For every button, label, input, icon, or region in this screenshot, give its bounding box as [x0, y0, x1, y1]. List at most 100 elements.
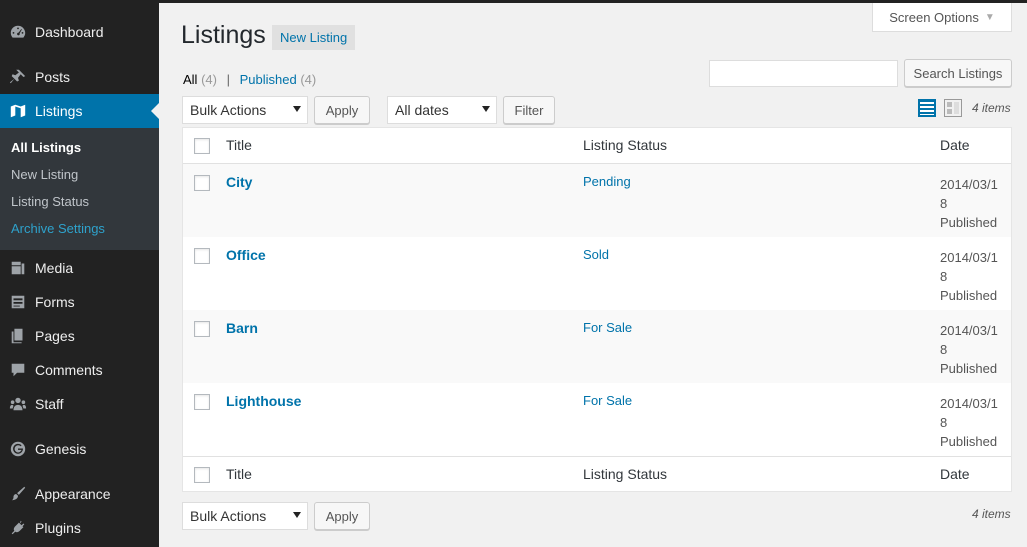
submenu-new-listing[interactable]: New Listing [11, 167, 78, 182]
dates-select[interactable]: All dates [387, 96, 497, 124]
listings-submenu: All Listings New Listing Listing Status … [0, 128, 159, 250]
map-icon [8, 101, 28, 121]
submenu-listing-status[interactable]: Listing Status [11, 194, 89, 209]
menu-label: Listings [35, 103, 83, 119]
dates-value: All dates [395, 102, 449, 118]
separator: | [226, 72, 230, 87]
column-date-footer[interactable]: Date [940, 466, 970, 482]
menu-plugins[interactable]: Plugins [0, 511, 159, 545]
row-date-state: Published [940, 288, 998, 303]
menu-label: Forms [35, 294, 75, 310]
menu-dashboard[interactable]: Dashboard [0, 15, 159, 49]
bulk-actions-value: Bulk Actions [190, 102, 267, 118]
row-date: 2014/03/18 Published [940, 321, 1004, 378]
column-date[interactable]: Date [940, 137, 970, 153]
row-checkbox[interactable] [194, 394, 210, 410]
row-date-value: 2014/03/18 [940, 396, 998, 430]
forms-icon [8, 292, 28, 312]
menu-label: Plugins [35, 520, 81, 536]
table-row: Lighthouse For Sale 2014/03/18 Published [183, 383, 1011, 456]
menu-label: Comments [35, 362, 103, 378]
new-listing-button[interactable]: New Listing [272, 25, 356, 50]
menu-pages[interactable]: Pages [0, 319, 159, 353]
bulk-actions-select[interactable]: Bulk Actions [182, 96, 308, 124]
caret-down-icon [293, 106, 301, 112]
menu-label: Pages [35, 328, 75, 344]
excerpt-view-icon[interactable] [944, 99, 962, 117]
row-date-value: 2014/03/18 [940, 177, 998, 211]
row-title-link[interactable]: Lighthouse [226, 393, 301, 409]
caret-down-icon [482, 106, 490, 112]
submenu-archive-settings[interactable]: Archive Settings [11, 221, 105, 236]
column-title[interactable]: Title [226, 137, 252, 153]
listings-table: Title Listing Status Date City Pending 2… [182, 127, 1012, 492]
row-title-link[interactable]: City [226, 174, 252, 190]
row-checkbox[interactable] [194, 248, 210, 264]
pages-icon [8, 326, 28, 346]
menu-forms[interactable]: Forms [0, 285, 159, 319]
status-views: All (4) | Published (4) [183, 72, 316, 87]
media-icon [8, 258, 28, 278]
table-row: Barn For Sale 2014/03/18 Published [183, 310, 1011, 383]
row-title-link[interactable]: Barn [226, 320, 258, 336]
row-date-state: Published [940, 434, 998, 449]
view-all-link[interactable]: All [183, 72, 197, 87]
menu-posts[interactable]: Posts [0, 60, 159, 94]
admin-sidebar: Dashboard Posts Listings All Listings Ne… [0, 0, 159, 547]
column-listing-status: Listing Status [583, 137, 668, 153]
search-input[interactable] [709, 60, 898, 87]
pin-icon [8, 67, 28, 87]
row-date-value: 2014/03/18 [940, 323, 998, 357]
bulk-actions-select-bottom[interactable]: Bulk Actions [182, 502, 308, 530]
bulk-actions-value: Bulk Actions [190, 508, 267, 524]
caret-down-icon: ▼ [984, 11, 995, 23]
row-status-link[interactable]: Pending [583, 174, 631, 189]
menu-label: Appearance [35, 486, 111, 502]
all-count: (4) [201, 72, 217, 87]
plug-icon [8, 518, 28, 538]
staff-icon [8, 394, 28, 414]
apply-button-bottom[interactable]: Apply [314, 502, 370, 530]
screen-options-label: Screen Options [889, 9, 979, 25]
table-row: City Pending 2014/03/18 Published [183, 164, 1011, 237]
view-published-link[interactable]: Published [240, 72, 297, 87]
menu-appearance[interactable]: Appearance [0, 477, 159, 511]
column-title-footer[interactable]: Title [226, 466, 252, 482]
menu-comments[interactable]: Comments [0, 353, 159, 387]
row-date: 2014/03/18 Published [940, 394, 1004, 451]
menu-listings[interactable]: Listings [0, 94, 159, 128]
table-row: Office Sold 2014/03/18 Published [183, 237, 1011, 310]
row-checkbox[interactable] [194, 175, 210, 191]
apply-button[interactable]: Apply [314, 96, 370, 124]
row-status-link[interactable]: For Sale [583, 320, 632, 335]
items-count: 4 items [972, 101, 1011, 115]
menu-label: Staff [35, 396, 64, 412]
genesis-icon [8, 439, 28, 459]
row-title-link[interactable]: Office [226, 247, 266, 263]
row-date-value: 2014/03/18 [940, 250, 998, 284]
submenu-all-listings[interactable]: All Listings [11, 140, 81, 155]
filter-button[interactable]: Filter [503, 96, 555, 124]
row-status-link[interactable]: Sold [583, 247, 609, 262]
menu-label: Posts [35, 69, 71, 85]
row-status-link[interactable]: For Sale [583, 393, 632, 408]
menu-staff[interactable]: Staff [0, 387, 159, 421]
comment-icon [8, 360, 28, 380]
row-date-state: Published [940, 361, 998, 376]
select-all-checkbox[interactable] [194, 138, 210, 154]
row-date-state: Published [940, 215, 998, 230]
menu-label: Media [35, 260, 74, 276]
menu-media[interactable]: Media [0, 251, 159, 285]
page-title: Listings [181, 21, 266, 49]
brush-icon [8, 484, 28, 504]
list-view-icon[interactable] [918, 99, 936, 117]
select-all-checkbox-bottom[interactable] [194, 467, 210, 483]
menu-genesis[interactable]: Genesis [0, 432, 159, 466]
table-header: Title Listing Status Date [183, 128, 1011, 164]
screen-options-button[interactable]: Screen Options ▼ [872, 3, 1012, 32]
menu-label: Dashboard [35, 24, 104, 40]
items-count-bottom: 4 items [972, 507, 1011, 521]
column-listing-status-footer: Listing Status [583, 466, 668, 482]
row-checkbox[interactable] [194, 321, 210, 337]
search-listings-button[interactable]: Search Listings [904, 59, 1012, 87]
